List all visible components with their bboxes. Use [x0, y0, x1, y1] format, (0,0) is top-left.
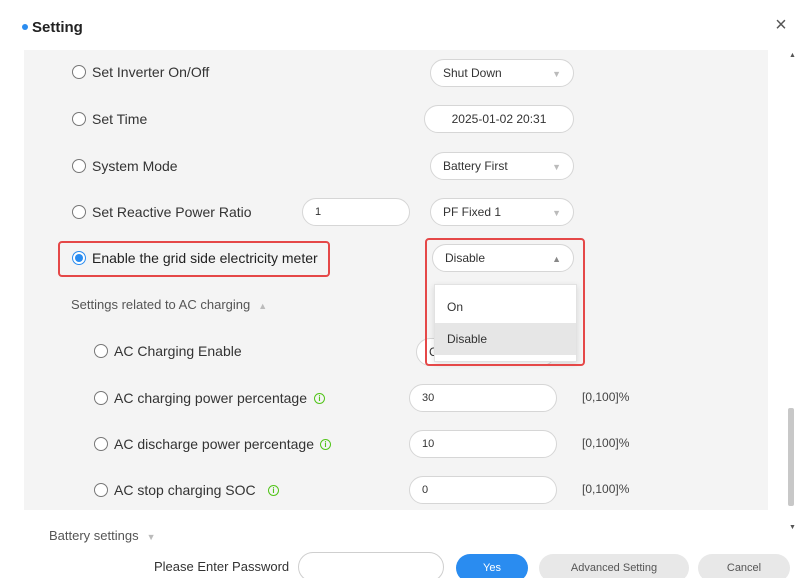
setting-label: Set Time	[92, 111, 148, 127]
caret-down-icon: ▼	[552, 162, 561, 172]
dialog-header: Setting ×	[0, 0, 796, 52]
ac-charge-power-input[interactable]: 30	[409, 384, 557, 412]
advanced-setting-button[interactable]: Advanced Setting	[539, 554, 689, 578]
info-icon[interactable]: i	[268, 485, 279, 496]
radio-ac-stop-soc[interactable]	[94, 483, 108, 497]
radio-ac-enable[interactable]	[94, 344, 108, 358]
range-hint: [0,100]%	[582, 482, 630, 496]
password-input[interactable]	[298, 552, 444, 578]
reactive-ratio-input[interactable]: 1	[302, 198, 410, 226]
radio-reactive-power[interactable]	[72, 205, 86, 219]
section-title: Settings related to AC charging	[71, 297, 251, 312]
setting-row-system-mode: System Mode	[72, 152, 372, 182]
dialog-title: Setting	[32, 19, 83, 36]
time-field[interactable]: 2025-01-02 20:31	[424, 105, 574, 133]
battery-section-header[interactable]: Battery settings ▼	[49, 528, 156, 543]
ac-row-enable: AC Charging Enable	[94, 337, 394, 367]
setting-label: Set Reactive Power Ratio	[92, 204, 252, 220]
input-value: 30	[422, 392, 435, 404]
info-icon[interactable]: i	[320, 439, 331, 450]
grid-meter-select[interactable]: Disable ▲	[432, 244, 574, 272]
time-value: 2025-01-02 20:31	[451, 112, 547, 126]
setting-label: AC discharge power percentage	[114, 436, 315, 452]
ac-stop-soc-input[interactable]: 0	[409, 476, 557, 504]
radio-ac-discharge-power[interactable]	[94, 437, 108, 451]
caret-down-icon: ▼	[552, 69, 561, 79]
cancel-button[interactable]: Cancel	[698, 554, 790, 578]
select-value: PF Fixed 1	[443, 205, 502, 219]
radio-grid-meter[interactable]	[72, 251, 86, 265]
setting-label: AC stop charging SOC	[114, 482, 256, 498]
select-value: Disable	[445, 251, 486, 265]
setting-label: AC Charging Enable	[114, 343, 242, 359]
caret-down-icon: ▼	[146, 531, 156, 542]
dropdown-option-disable[interactable]: Disable	[435, 323, 576, 355]
radio-time[interactable]	[72, 112, 86, 126]
section-title: Battery settings	[49, 528, 139, 543]
scroll-up-icon[interactable]: ▲	[789, 52, 796, 59]
radio-inverter[interactable]	[72, 65, 86, 79]
radio-system-mode[interactable]	[72, 159, 86, 173]
info-icon[interactable]: i	[314, 393, 325, 404]
ac-row-stop-soc: AC stop charging SOC i	[94, 476, 394, 506]
dropdown-option-on[interactable]: On	[435, 291, 576, 323]
scroll-thumb[interactable]	[788, 408, 794, 506]
reactive-mode-select[interactable]: PF Fixed 1 ▼	[430, 198, 574, 226]
ac-discharge-power-input[interactable]: 10	[409, 430, 557, 458]
setting-row-grid-meter: Enable the grid side electricity meter	[72, 244, 332, 274]
input-value: 1	[315, 206, 322, 218]
setting-label: Set Inverter On/Off	[92, 64, 210, 80]
yes-button[interactable]: Yes	[456, 554, 528, 578]
range-hint: [0,100]%	[582, 390, 630, 404]
close-icon[interactable]: ×	[770, 14, 792, 36]
password-label: Please Enter Password	[154, 559, 290, 574]
title-dot-icon	[22, 24, 28, 30]
setting-label: AC charging power percentage	[114, 390, 308, 406]
select-value: Battery First	[443, 159, 508, 173]
grid-meter-dropdown: On Disable	[434, 284, 577, 362]
setting-label: System Mode	[92, 158, 178, 174]
caret-down-icon: ▼	[552, 208, 561, 218]
ac-row-discharge-power: AC discharge power percentage i	[94, 430, 394, 460]
setting-label: Enable the grid side electricity meter	[92, 250, 318, 266]
setting-row-time: Set Time	[72, 105, 372, 135]
range-hint: [0,100]%	[582, 436, 630, 450]
input-value: 0	[422, 484, 429, 496]
scroll-down-icon[interactable]: ▼	[789, 524, 796, 531]
caret-up-icon: ▲	[552, 254, 561, 264]
radio-ac-charge-power[interactable]	[94, 391, 108, 405]
system-mode-select[interactable]: Battery First ▼	[430, 152, 574, 180]
input-value: 10	[422, 438, 435, 450]
inverter-select[interactable]: Shut Down ▼	[430, 59, 574, 87]
ac-row-charge-power: AC charging power percentage i	[94, 384, 394, 414]
select-value: Shut Down	[443, 66, 502, 80]
ac-section-header[interactable]: Settings related to AC charging ▲	[71, 297, 267, 312]
caret-up-icon: ▲	[258, 300, 268, 311]
